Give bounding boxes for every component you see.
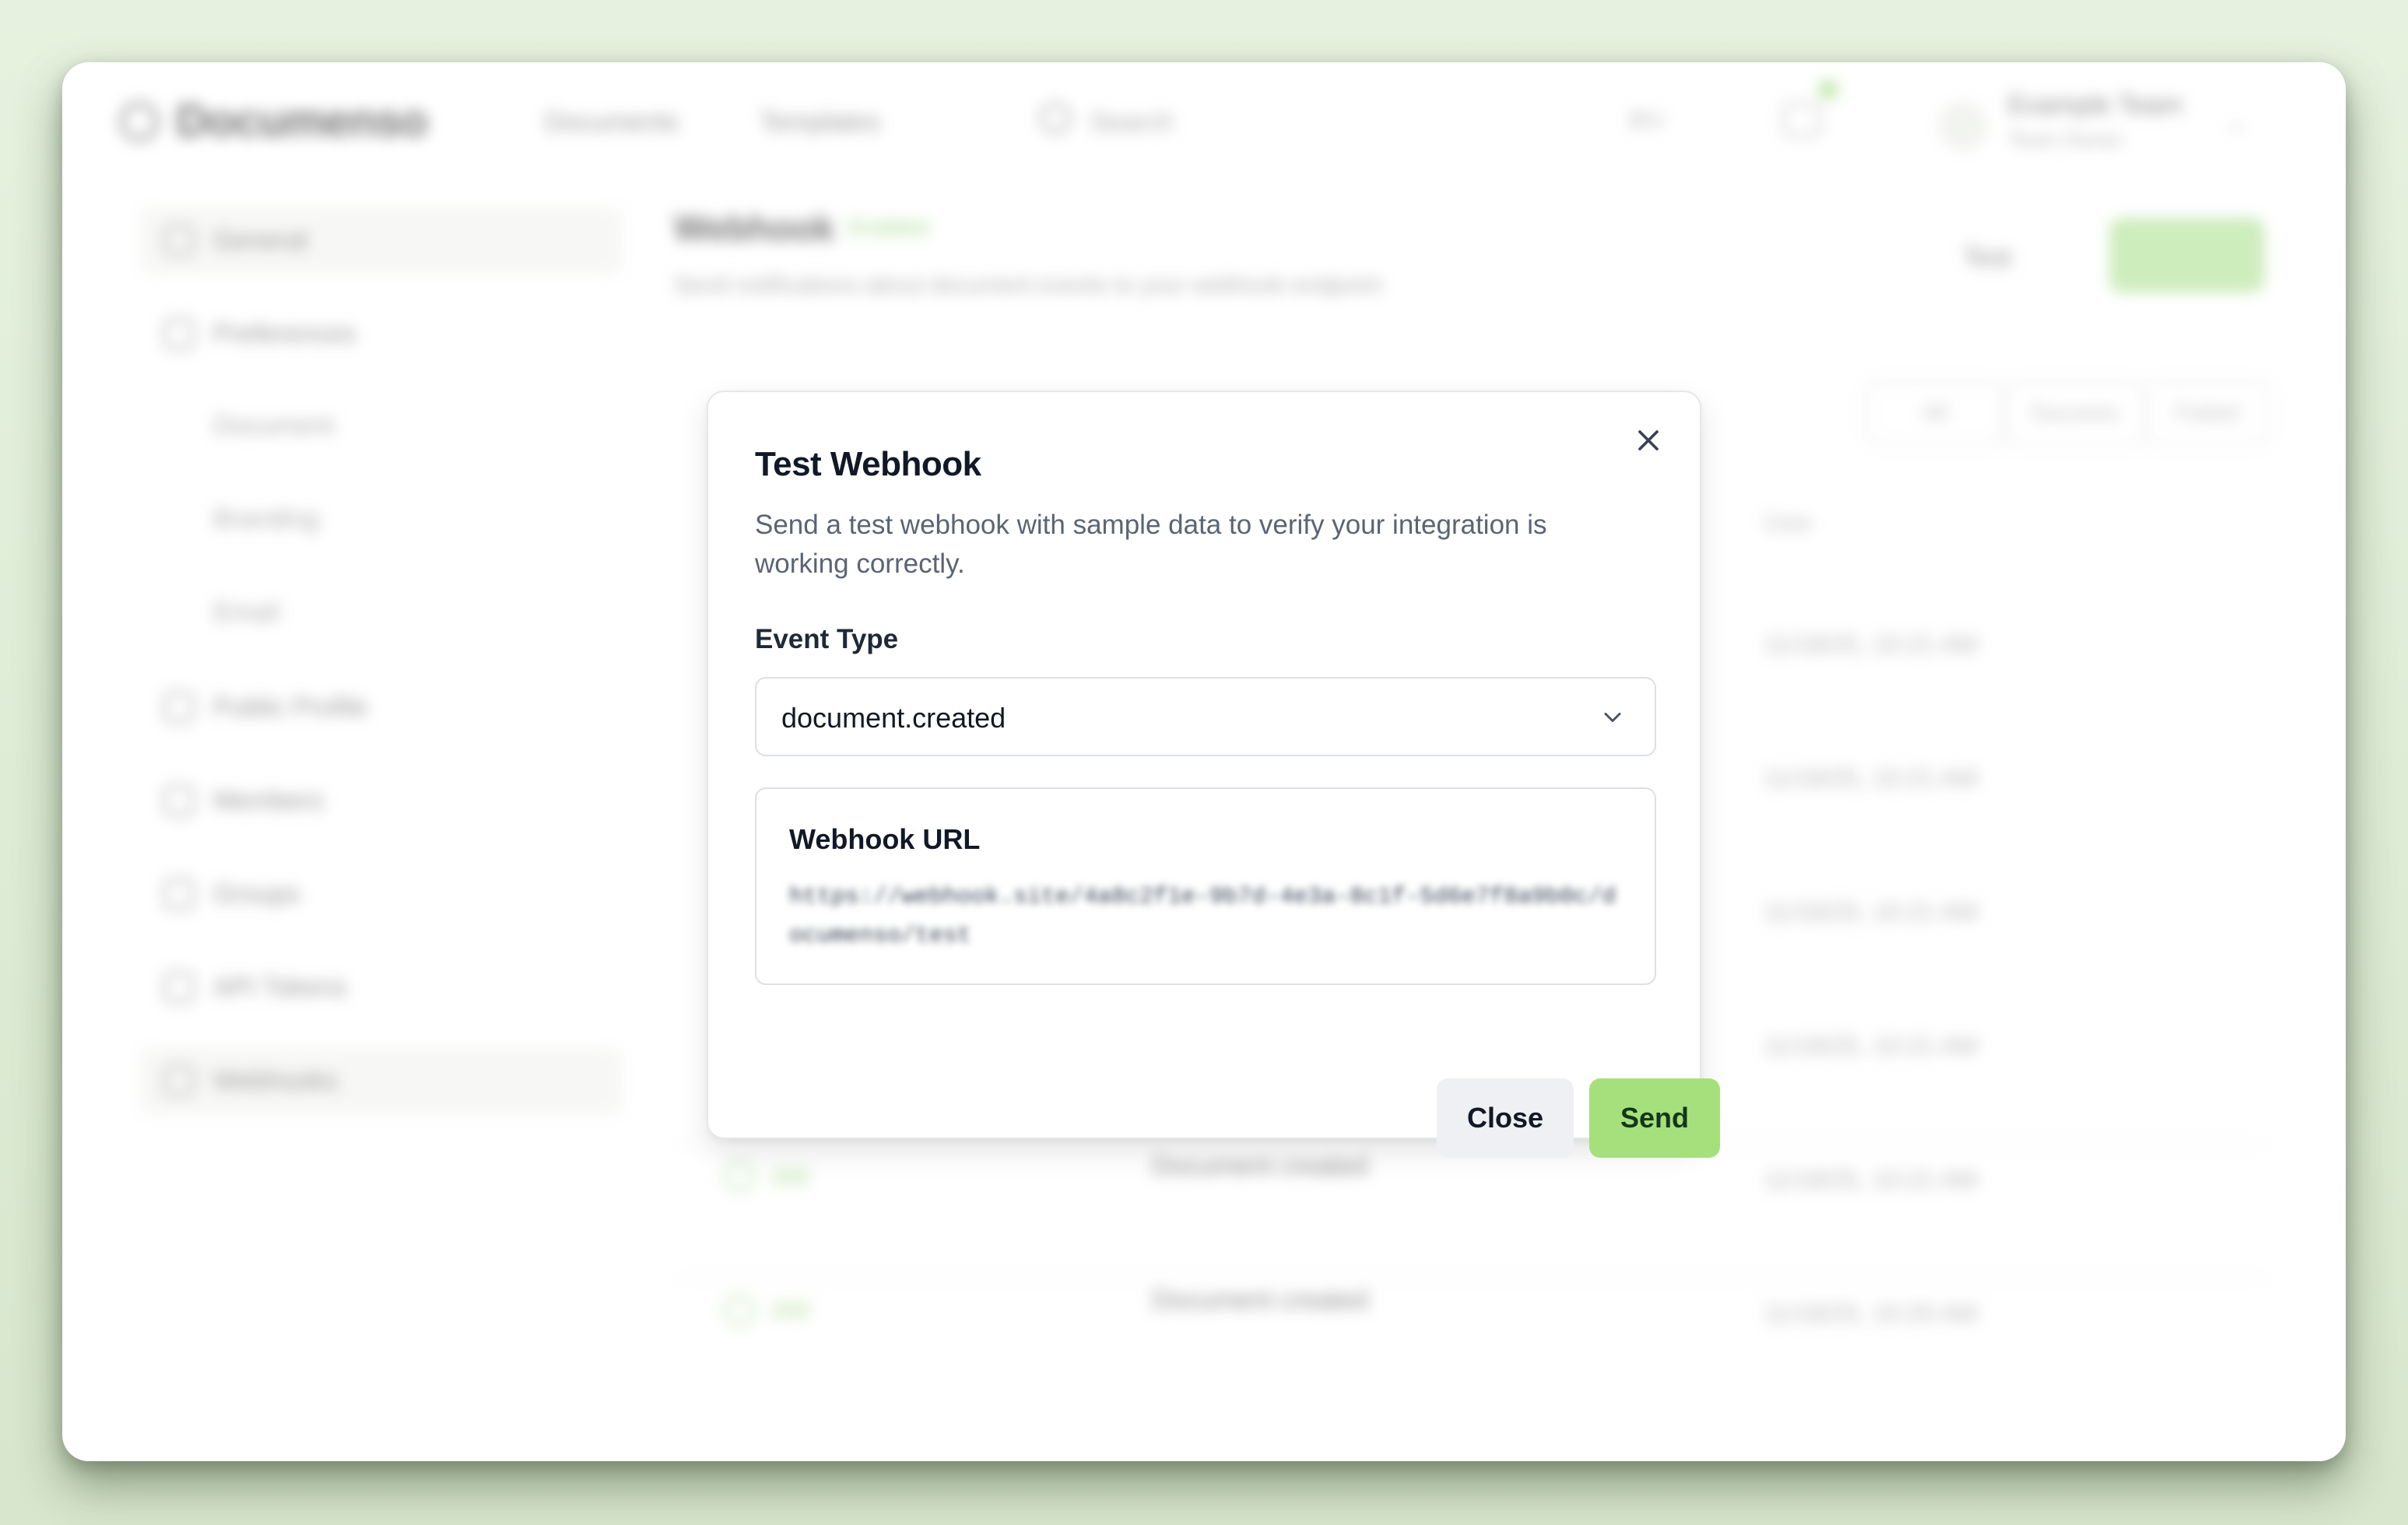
event-type-label: Event Type: [755, 624, 899, 654]
close-icon[interactable]: [1631, 423, 1666, 457]
dialog-title: Test Webhook: [755, 445, 981, 483]
test-webhook-dialog: Test Webhook Send a test webhook with sa…: [707, 391, 1720, 1158]
event-type-select[interactable]: document.created: [755, 677, 1656, 756]
app-window: Documenso Documents Templates Search ⌘K …: [62, 62, 2346, 1461]
send-button[interactable]: Send: [1589, 1078, 1720, 1158]
dialog-description: Send a test webhook with sample data to …: [755, 510, 1547, 579]
webhook-url-value: https://webhook.site/4a8c2f1e-9b7d-4e3a-…: [789, 884, 1616, 949]
close-button[interactable]: Close: [1437, 1078, 1574, 1158]
webhook-url-label: Webhook URL: [789, 823, 981, 855]
webhook-url-box: Webhook URL https://webhook.site/4a8c2f1…: [755, 787, 1656, 985]
event-type-value: document.created: [781, 702, 1006, 734]
chevron-down-icon: [1604, 713, 1621, 722]
